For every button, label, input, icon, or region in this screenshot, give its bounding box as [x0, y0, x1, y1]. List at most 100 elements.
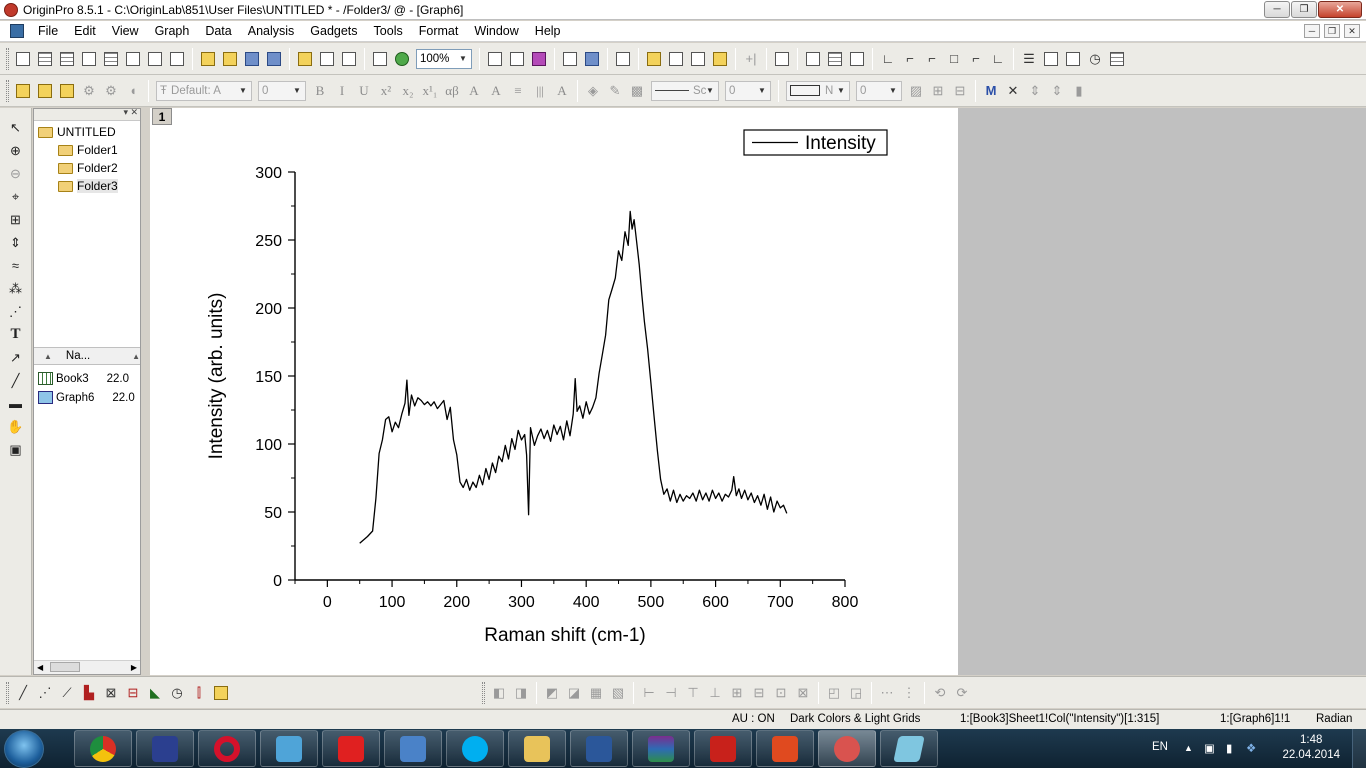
taskbar-app[interactable]	[74, 730, 132, 767]
data-selector-icon[interactable]: ≈	[5, 255, 27, 276]
axis-frame-icon[interactable]: ⌐	[967, 50, 985, 68]
box-icon[interactable]: ⊟	[124, 684, 142, 702]
import-multiple-icon[interactable]	[340, 50, 358, 68]
add-column-icon[interactable]: +|	[742, 50, 760, 68]
lock-icon[interactable]: ▮	[1070, 82, 1088, 100]
zoom-combo[interactable]: 100% ▼	[416, 48, 472, 69]
chevron-down-icon[interactable]: ▼	[291, 85, 303, 97]
tree-folder2[interactable]: Folder2	[38, 159, 136, 177]
regional-selector-icon[interactable]: ⁂	[5, 278, 27, 299]
graph-page[interactable]: 1 0 100 200 300 400 500 600 700 800 0 50 100 150 200 2…	[150, 108, 958, 675]
list-header[interactable]: ▲ Na... ▲	[34, 347, 140, 365]
greek-button[interactable]: αβ	[443, 83, 461, 99]
minimize-button[interactable]: ─	[1264, 1, 1290, 18]
close-icon[interactable]: ▾ ✕	[123, 107, 138, 118]
scatter-icon[interactable]: ⋰	[36, 684, 54, 702]
folder-open-icon[interactable]	[58, 82, 76, 100]
zoom-out-icon[interactable]: ⊖	[5, 163, 27, 184]
taskbar-app[interactable]	[880, 730, 938, 767]
new-matrix-icon[interactable]	[102, 50, 120, 68]
menu-gadgets[interactable]: Gadgets	[302, 21, 365, 41]
taskbar-app[interactable]	[632, 730, 690, 767]
fill-combo[interactable]: N ▼	[786, 80, 850, 101]
extract-layers-icon[interactable]	[848, 50, 866, 68]
taskbar-app[interactable]	[384, 730, 442, 767]
pattern-icon[interactable]: ▩	[628, 82, 646, 100]
rectangle-tool-icon[interactable]: ▬	[5, 393, 27, 414]
taskbar-app[interactable]	[198, 730, 256, 767]
chevron-down-icon[interactable]: ▼	[887, 85, 899, 97]
increase-font-button[interactable]: A	[465, 83, 483, 99]
arrow-tool-icon[interactable]: ↗	[5, 347, 27, 368]
ungroup-icon[interactable]: ◪	[565, 684, 583, 702]
text-tool-icon[interactable]: T	[5, 324, 27, 345]
align-top-icon[interactable]: ⊤	[684, 684, 702, 702]
polar-icon[interactable]: ◷	[168, 684, 186, 702]
project-explorer-icon[interactable]	[614, 50, 632, 68]
taskbar-app[interactable]	[756, 730, 814, 767]
template-icon[interactable]	[212, 684, 230, 702]
align-left-icon[interactable]: ⊢	[640, 684, 658, 702]
snap-icon[interactable]: ▧	[609, 684, 627, 702]
hatch-icon[interactable]: ▨	[907, 82, 925, 100]
menu-data[interactable]: Data	[197, 21, 239, 41]
unmask-icon[interactable]: ✕	[1004, 82, 1022, 100]
horizontal-scrollbar[interactable]: ◀ ▶	[34, 660, 140, 674]
table-icon[interactable]	[1108, 50, 1126, 68]
contour-icon[interactable]: ⊠	[102, 684, 120, 702]
taskbar-app[interactable]	[136, 730, 194, 767]
code-builder-icon[interactable]	[561, 50, 579, 68]
scroll-right-icon[interactable]: ▶	[131, 663, 137, 672]
align-bottom-icon[interactable]: ⊥	[706, 684, 724, 702]
menu-graph[interactable]: Graph	[147, 21, 198, 41]
same-height-icon[interactable]: ⊠	[794, 684, 812, 702]
scroll-thumb[interactable]	[50, 662, 80, 672]
new-excel-icon[interactable]	[58, 50, 76, 68]
tile-icon[interactable]	[1042, 50, 1060, 68]
bring-forward-icon[interactable]: ◰	[825, 684, 843, 702]
axis-bottom-icon[interactable]: ∟	[879, 50, 897, 68]
chevron-down-icon[interactable]: ▼	[756, 85, 768, 97]
axis-top-icon[interactable]: ⌐	[901, 50, 919, 68]
supersub-button[interactable]: x¹₁	[421, 83, 439, 99]
name-column-header[interactable]: Na...	[52, 350, 122, 362]
taskbar-app[interactable]	[322, 730, 380, 767]
menu-view[interactable]: View	[104, 21, 147, 41]
tree-root[interactable]: UNTITLED	[38, 123, 136, 141]
axis-box-icon[interactable]: □	[945, 50, 963, 68]
network-icon[interactable]: ▣	[1204, 741, 1215, 755]
mute-icon[interactable]: ◖	[124, 82, 142, 100]
tile-vertical-icon[interactable]	[1064, 50, 1082, 68]
hand-icon[interactable]: ✋	[5, 416, 27, 437]
refresh-icon[interactable]	[393, 50, 411, 68]
sort-icon[interactable]: ▲	[132, 352, 140, 361]
layer-icon[interactable]	[804, 50, 822, 68]
draw-data-icon[interactable]: ⋰	[5, 301, 27, 322]
save-project-icon[interactable]	[243, 50, 261, 68]
toolbar-grip[interactable]	[482, 681, 485, 704]
code-editor-icon[interactable]	[689, 50, 707, 68]
results-log-icon[interactable]	[645, 50, 663, 68]
language-indicator[interactable]: EN	[1152, 741, 1168, 753]
fill-color-icon[interactable]: ◈	[584, 82, 602, 100]
menu-help[interactable]: Help	[527, 21, 569, 41]
new-project-icon[interactable]	[14, 50, 32, 68]
line-tool-icon[interactable]: ╱	[5, 370, 27, 391]
show-hidden-icon[interactable]: ▲	[1184, 743, 1193, 753]
border-icon[interactable]: ⊞	[929, 82, 947, 100]
show-desktop-button[interactable]	[1352, 729, 1366, 768]
menu-file[interactable]: File	[30, 21, 66, 41]
list-item[interactable]: Book3 22.0	[34, 369, 140, 388]
chevron-down-icon[interactable]: ▼	[457, 53, 469, 65]
fill-value-combo[interactable]: 0 ▼	[856, 80, 902, 101]
italic-button[interactable]: I	[333, 83, 351, 99]
toolbar-grip[interactable]	[6, 681, 9, 704]
pencil-icon[interactable]	[14, 82, 32, 100]
start-button[interactable]	[4, 730, 44, 768]
series-line-intensity[interactable]	[359, 210, 788, 544]
taskbar-app[interactable]	[260, 730, 318, 767]
chevron-down-icon[interactable]: ▼	[237, 85, 249, 97]
grid-icon[interactable]: ▦	[587, 684, 605, 702]
bold-button[interactable]: B	[311, 83, 329, 99]
chevron-down-icon[interactable]: ▼	[835, 85, 847, 97]
